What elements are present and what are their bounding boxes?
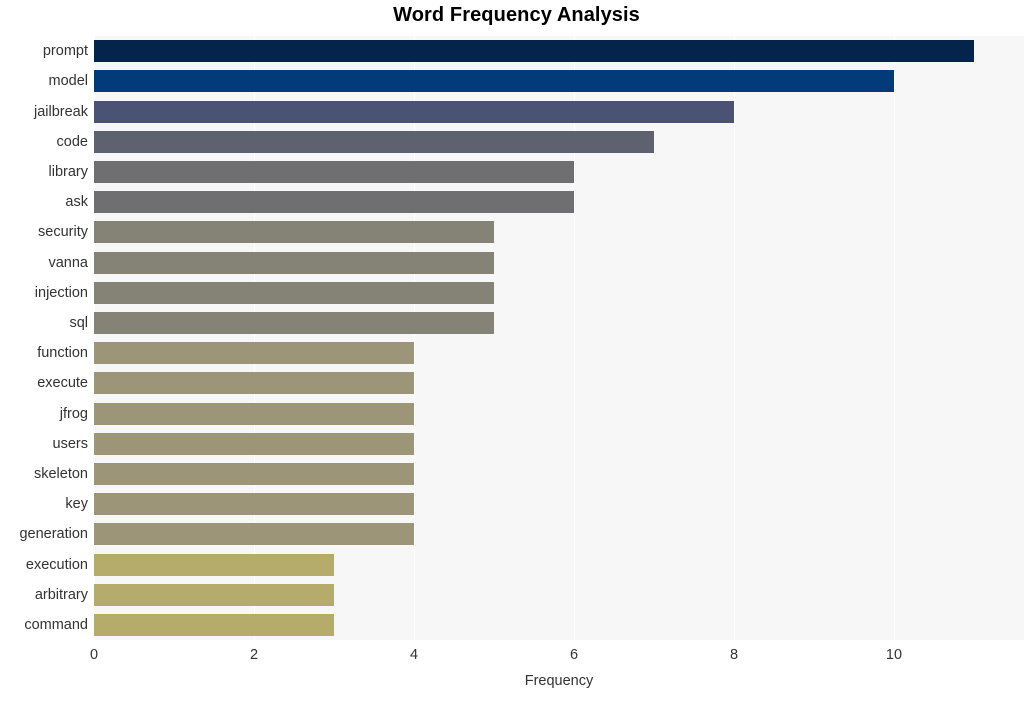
bar (94, 160, 574, 183)
x-axis-label: Frequency (524, 673, 594, 689)
y-tick-label: jfrog (59, 405, 88, 422)
y-tick-label: generation (19, 526, 88, 543)
y-tick-label: vanna (48, 254, 88, 271)
y-tick-label: users (52, 435, 88, 452)
y-tick-label: code (56, 133, 88, 150)
y-tick-label: skeleton (33, 465, 88, 482)
bar (94, 40, 974, 63)
bar (94, 342, 414, 365)
x-tick-label: 10 (885, 647, 903, 663)
y-tick-label: command (24, 616, 88, 633)
x-tick-label: 4 (409, 647, 419, 663)
x-tick-label: 6 (569, 647, 579, 663)
bar (94, 221, 494, 244)
y-tick-label: injection (34, 284, 88, 301)
x-tick-label: 2 (249, 647, 259, 663)
bar (94, 432, 414, 455)
y-tick-label: security (38, 224, 88, 241)
bar (94, 583, 334, 606)
y-tick-label: execution (25, 556, 88, 573)
y-tick-label: function (37, 345, 88, 362)
bar (94, 281, 494, 304)
y-tick-label: sql (69, 314, 88, 331)
bar (94, 493, 414, 516)
bar (94, 372, 414, 395)
chart-title: Word Frequency Analysis (393, 4, 640, 26)
y-tick-label: ask (65, 194, 88, 211)
y-tick-label: library (48, 163, 88, 180)
y-tick-label: key (65, 496, 88, 513)
y-axis-labels: prompt model jailbreak code library ask securi… (0, 36, 88, 640)
bar (94, 100, 734, 123)
x-tick-label: 8 (729, 647, 739, 663)
y-tick-label: execute (37, 375, 88, 392)
bar (94, 251, 494, 274)
y-tick-label: model (48, 73, 89, 90)
x-axis-ticks: 0 2 4 6 8 10 (90, 645, 1024, 667)
word-frequency-chart: Word Frequency Analysis prompt model jailb… (0, 0, 1033, 701)
plot-area (94, 36, 1024, 640)
y-tick-label: jailbreak (34, 103, 88, 120)
bar (94, 613, 334, 636)
x-tick-label: 0 (89, 647, 99, 663)
y-tick-label: arbitrary (34, 586, 88, 603)
bar (94, 402, 414, 425)
bars-group (94, 36, 1024, 640)
bar (94, 523, 414, 546)
bar (94, 311, 494, 334)
y-tick-label: prompt (42, 43, 88, 60)
bar (94, 191, 574, 214)
bar (94, 553, 334, 576)
bar (94, 70, 894, 93)
bar (94, 130, 654, 153)
bar (94, 462, 414, 485)
